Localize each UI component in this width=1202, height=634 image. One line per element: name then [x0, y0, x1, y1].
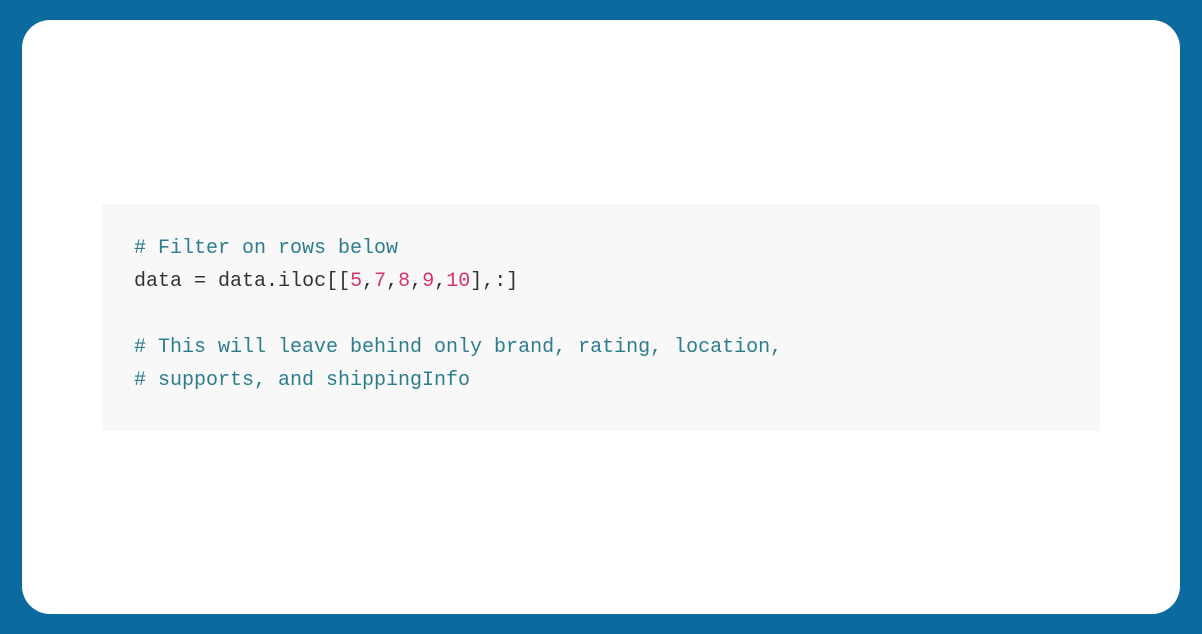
code-comma-1: ,: [362, 270, 374, 293]
code-number-4: 9: [422, 270, 434, 293]
code-assign-op: =: [182, 270, 218, 293]
code-number-3: 8: [398, 270, 410, 293]
code-comment-line-2: # This will leave behind only brand, rat…: [134, 336, 782, 359]
code-bracket-open: [[: [326, 270, 350, 293]
code-block: # Filter on rows below data = data.iloc[…: [102, 204, 1100, 431]
code-attr-iloc: iloc: [278, 270, 326, 293]
code-identifier-lhs: data: [134, 270, 182, 293]
code-number-5: 10: [446, 270, 470, 293]
code-comma-2: ,: [386, 270, 398, 293]
code-comment-line-3: # supports, and shippingInfo: [134, 369, 470, 392]
code-number-2: 7: [374, 270, 386, 293]
code-comment-line-1: # Filter on rows below: [134, 237, 398, 260]
code-comma-4: ,: [434, 270, 446, 293]
code-comma-3: ,: [410, 270, 422, 293]
code-number-1: 5: [350, 270, 362, 293]
code-dot-op: .: [266, 270, 278, 293]
card-container: # Filter on rows below data = data.iloc[…: [22, 20, 1180, 614]
code-identifier-obj: data: [218, 270, 266, 293]
code-bracket-close: ],:]: [470, 270, 518, 293]
